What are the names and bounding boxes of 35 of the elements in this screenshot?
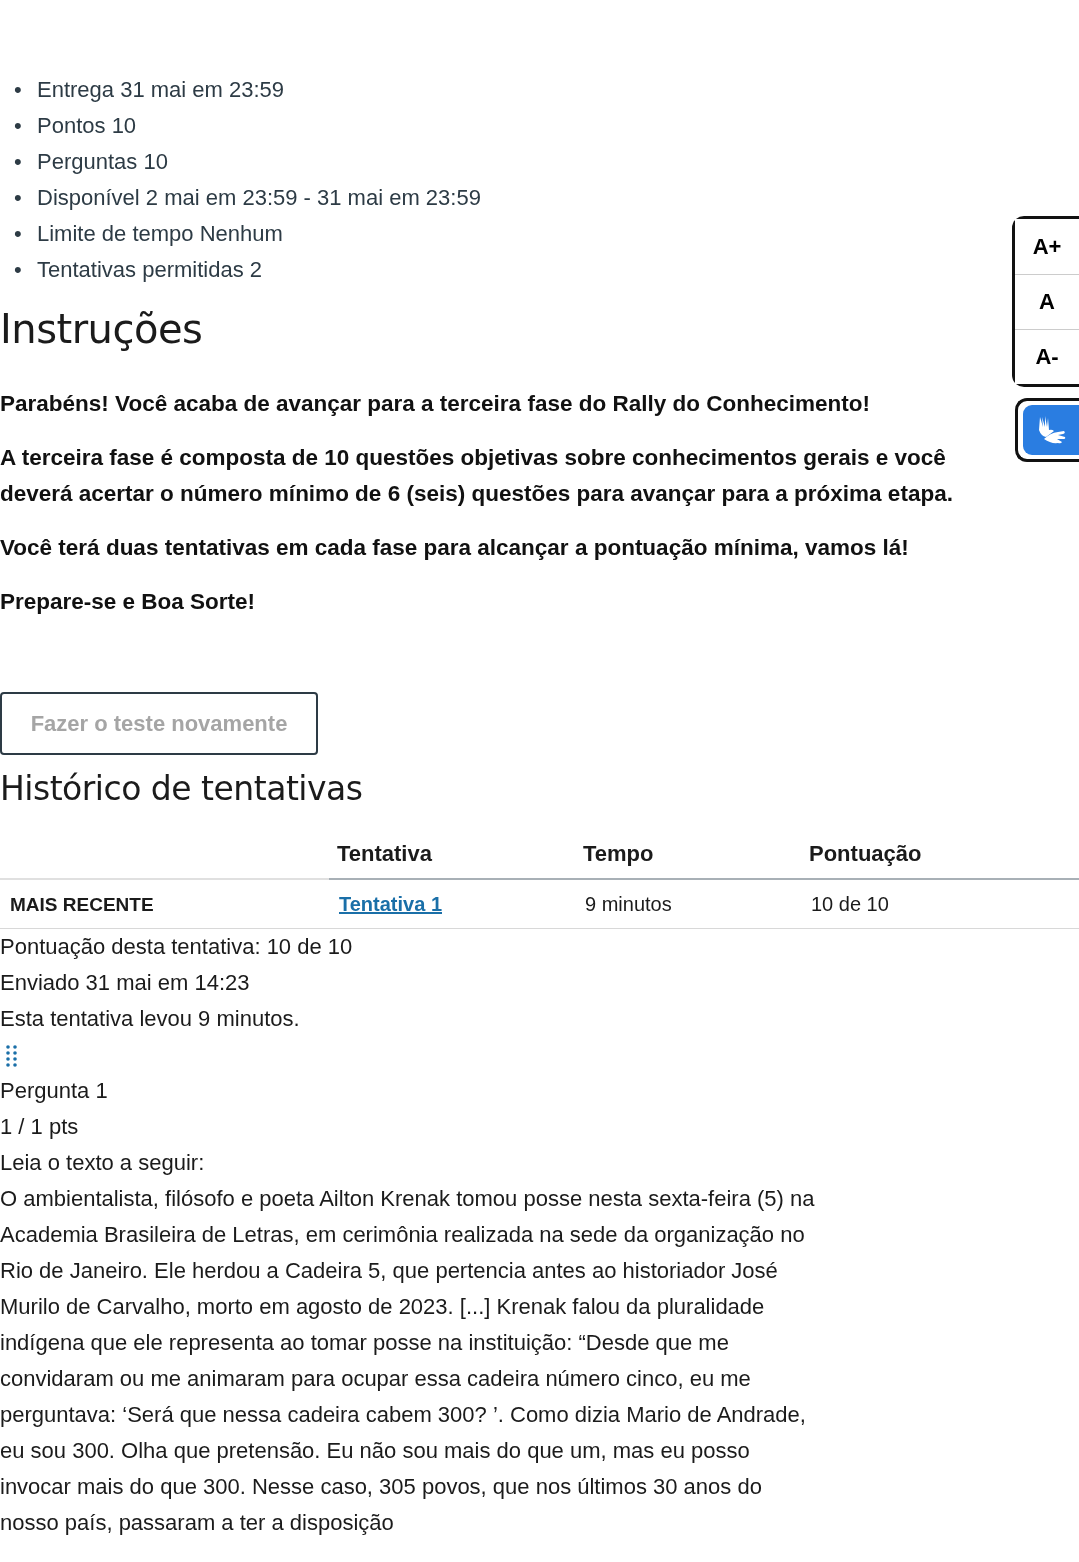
table-cell: 9 minutos: [575, 879, 801, 929]
question-passage: O ambientalista, filósofo e poeta Ailton Krenak tomou posse nesta sexta-feira (5) na Academia Brasileira de Letras, em cerimônia realizada na sede da organização no Rio de Janeiro. Ele herdou a Cadeira 5, que pertencia antes ao historiador José Murilo de Carvalho, morto em agosto de 2023. [...] Krenak falou da pluralidade indígena que ele representa ao tomar posse na instituição: “Desde que me convidaram ou me animaram para ocupar essa cadeira número cinco, eu me perguntava: ‘Será que nessa cadeira cabem 300? ’. Como dizia Mario de Andrade, eu sou 300. Olha que pretensão. Eu não sou mais do que um, mas eu posso invocar mais do que 300. Nesse caso, 305 povos, que nos últimos 30 anos do nosso país, passaram a ter a disposição: [0, 1185, 816, 1537]
attempt-link[interactable]: Tentativa 1: [339, 892, 442, 915]
summary-line: Pontuação desta tentativa: 10 de 10: [0, 933, 354, 961]
detail-item: Entrega 31 mai em 23:59: [37, 76, 285, 104]
column-header: Tentativa: [329, 830, 575, 879]
drag-handle-icon[interactable]: [6, 1045, 18, 1067]
bullet-mark: •: [14, 256, 23, 284]
instruction-paragraph: A terceira fase é composta de 10 questões objetivas sobre conhecimentos gerais e você deverá acertar o número mínimo de 6 (seis) questões para avançar para a próxima etapa.: [0, 444, 954, 508]
font-size-button[interactable]: A-: [1015, 329, 1079, 384]
question-points: 1 / 1 pts: [0, 1113, 80, 1141]
detail-item: Disponível 2 mai em 23:59 - 31 mai em 23:59: [37, 184, 481, 212]
detail-item: Pontos 10: [37, 112, 137, 140]
instruction-paragraph: Prepare-se e Boa Sorte!: [0, 588, 257, 616]
question-prompt: Leia o texto a seguir:: [0, 1149, 206, 1177]
summary-line: Enviado 31 mai em 14:23: [0, 969, 251, 997]
summary-line: Esta tentativa levou 9 minutos.: [0, 1005, 301, 1033]
section-heading: Histórico de tentativas: [0, 769, 363, 808]
instruction-paragraph: Você terá duas tentativas em cada fase para alcançar a pontuação mínima, vamos lá!: [0, 534, 910, 562]
bullet-mark: •: [14, 112, 23, 140]
section-heading: Instruções: [0, 306, 203, 352]
detail-item: Perguntas 10: [37, 148, 168, 176]
column-header: Pontuação: [801, 830, 1079, 879]
bullet-mark: •: [14, 220, 23, 248]
instruction-paragraph: Parabéns! Você acaba de avançar para a terceira fase do Rally do Conhecimento!: [0, 390, 871, 418]
recent-label: MAIS RECENTE: [10, 893, 154, 915]
question-title: Pergunta 1: [0, 1077, 109, 1105]
table-cell: 10 de 10: [801, 879, 1079, 929]
bullet-mark: •: [14, 76, 23, 104]
bullet-mark: •: [14, 148, 23, 176]
detail-item: Limite de tempo Nenhum: [37, 220, 283, 248]
column-header: Tempo: [575, 830, 801, 879]
sign-language-button[interactable]: [1015, 398, 1079, 462]
bullet-mark: •: [14, 184, 23, 212]
detail-item: Tentativas permitidas 2: [37, 256, 263, 284]
